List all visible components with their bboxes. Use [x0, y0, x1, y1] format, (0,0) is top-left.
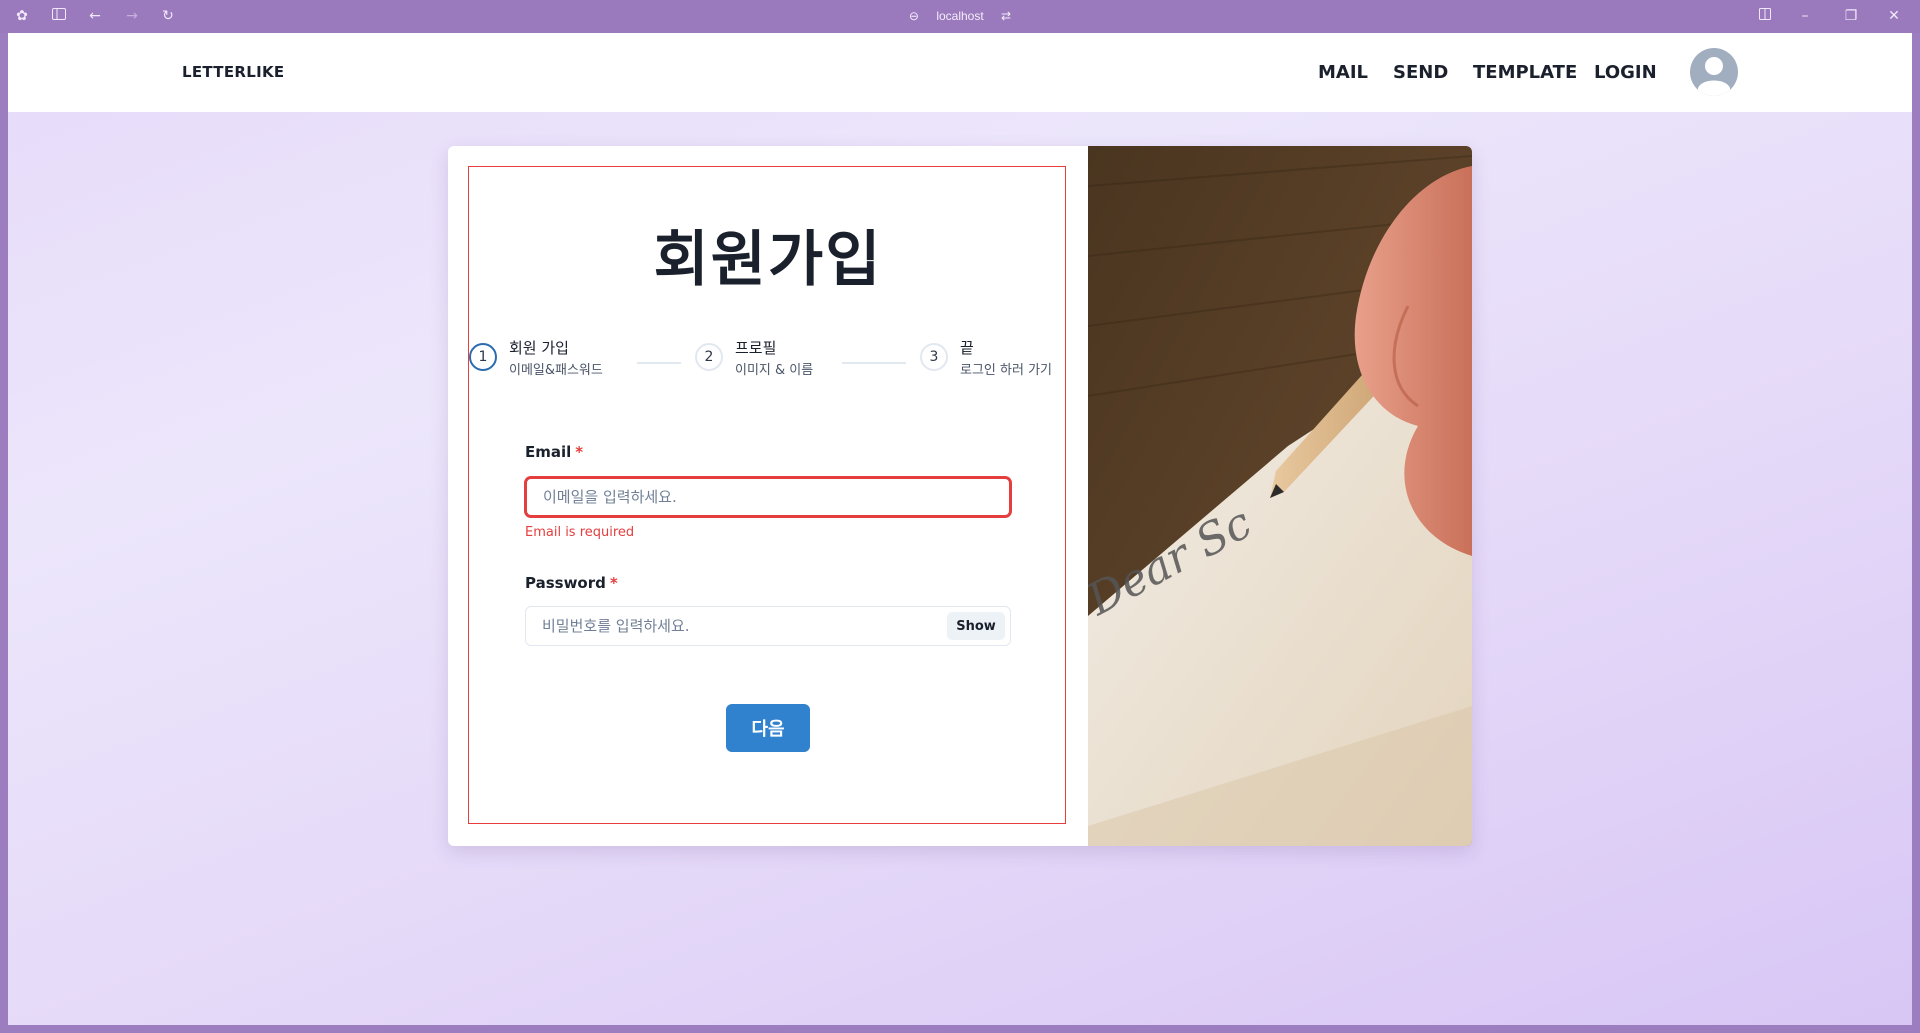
address-bar[interactable]: ⊖ localhost ⇄: [0, 0, 1920, 33]
email-label: Email *: [525, 443, 583, 461]
letter-writing-photo: Dear Sc: [1088, 146, 1472, 846]
step-3-title: 끝: [960, 339, 974, 357]
step-3-description: 로그인 하러 가기: [960, 363, 1052, 378]
user-avatar-icon[interactable]: [1690, 48, 1738, 96]
step-1-title: 회원 가입: [509, 339, 569, 357]
email-label-text: Email: [525, 443, 572, 461]
page-viewport: LETTERLIKE MAIL SEND TEMPLATE LOGIN 회원가입…: [8, 33, 1912, 1025]
step-2-title: 프로필: [735, 339, 777, 357]
step-2-description: 이미지 & 이름: [735, 363, 814, 378]
step-2-number: 2: [695, 343, 723, 371]
nav-link-template[interactable]: TEMPLATE: [1473, 33, 1577, 112]
password-label-text: Password: [525, 574, 606, 592]
password-input[interactable]: [525, 606, 1011, 646]
step-1-number: 1: [469, 343, 497, 371]
signup-card: 회원가입 1 회원 가입 이메일&패스워드 2 프로필 이미지 & 이름 3 끝…: [448, 146, 1472, 846]
page-title: 회원가입: [653, 225, 883, 295]
restore-icon[interactable]: ❐: [1843, 8, 1859, 24]
top-navbar: LETTERLIKE MAIL SEND TEMPLATE LOGIN: [8, 33, 1912, 112]
nav-link-login[interactable]: LOGIN: [1594, 33, 1657, 112]
minimize-icon[interactable]: –: [1797, 8, 1813, 24]
step-separator: [842, 362, 906, 364]
email-error-message: Email is required: [525, 525, 635, 540]
next-button[interactable]: 다음: [726, 704, 810, 752]
brand-logo[interactable]: LETTERLIKE: [182, 33, 284, 112]
address-text: localhost: [936, 9, 984, 24]
nav-link-send[interactable]: SEND: [1393, 33, 1448, 112]
nav-link-mail[interactable]: MAIL: [1318, 33, 1368, 112]
step-2: 2 프로필 이미지 & 이름: [695, 339, 835, 379]
split-view-icon[interactable]: [1757, 8, 1773, 24]
password-label: Password *: [525, 574, 618, 592]
step-1: 1 회원 가입 이메일&패스워드: [469, 339, 629, 379]
browser-toolbar: ✿ ← → ↻ ⊖ localhost ⇄ – ❐ ✕: [0, 0, 1920, 33]
site-settings-icon[interactable]: ⇄: [1001, 0, 1011, 33]
step-separator: [637, 362, 681, 364]
step-1-description: 이메일&패스워드: [509, 363, 603, 378]
step-3-number: 3: [920, 343, 948, 371]
step-3: 3 끝 로그인 하러 가기: [920, 339, 1065, 379]
required-mark: *: [575, 443, 584, 461]
required-mark: *: [609, 574, 618, 592]
signup-form: 회원가입 1 회원 가입 이메일&패스워드 2 프로필 이미지 & 이름 3 끝…: [468, 166, 1066, 824]
show-password-button[interactable]: Show: [947, 612, 1005, 640]
link-icon: ⊖: [908, 9, 919, 24]
email-input[interactable]: [525, 477, 1011, 517]
close-icon[interactable]: ✕: [1886, 8, 1902, 24]
